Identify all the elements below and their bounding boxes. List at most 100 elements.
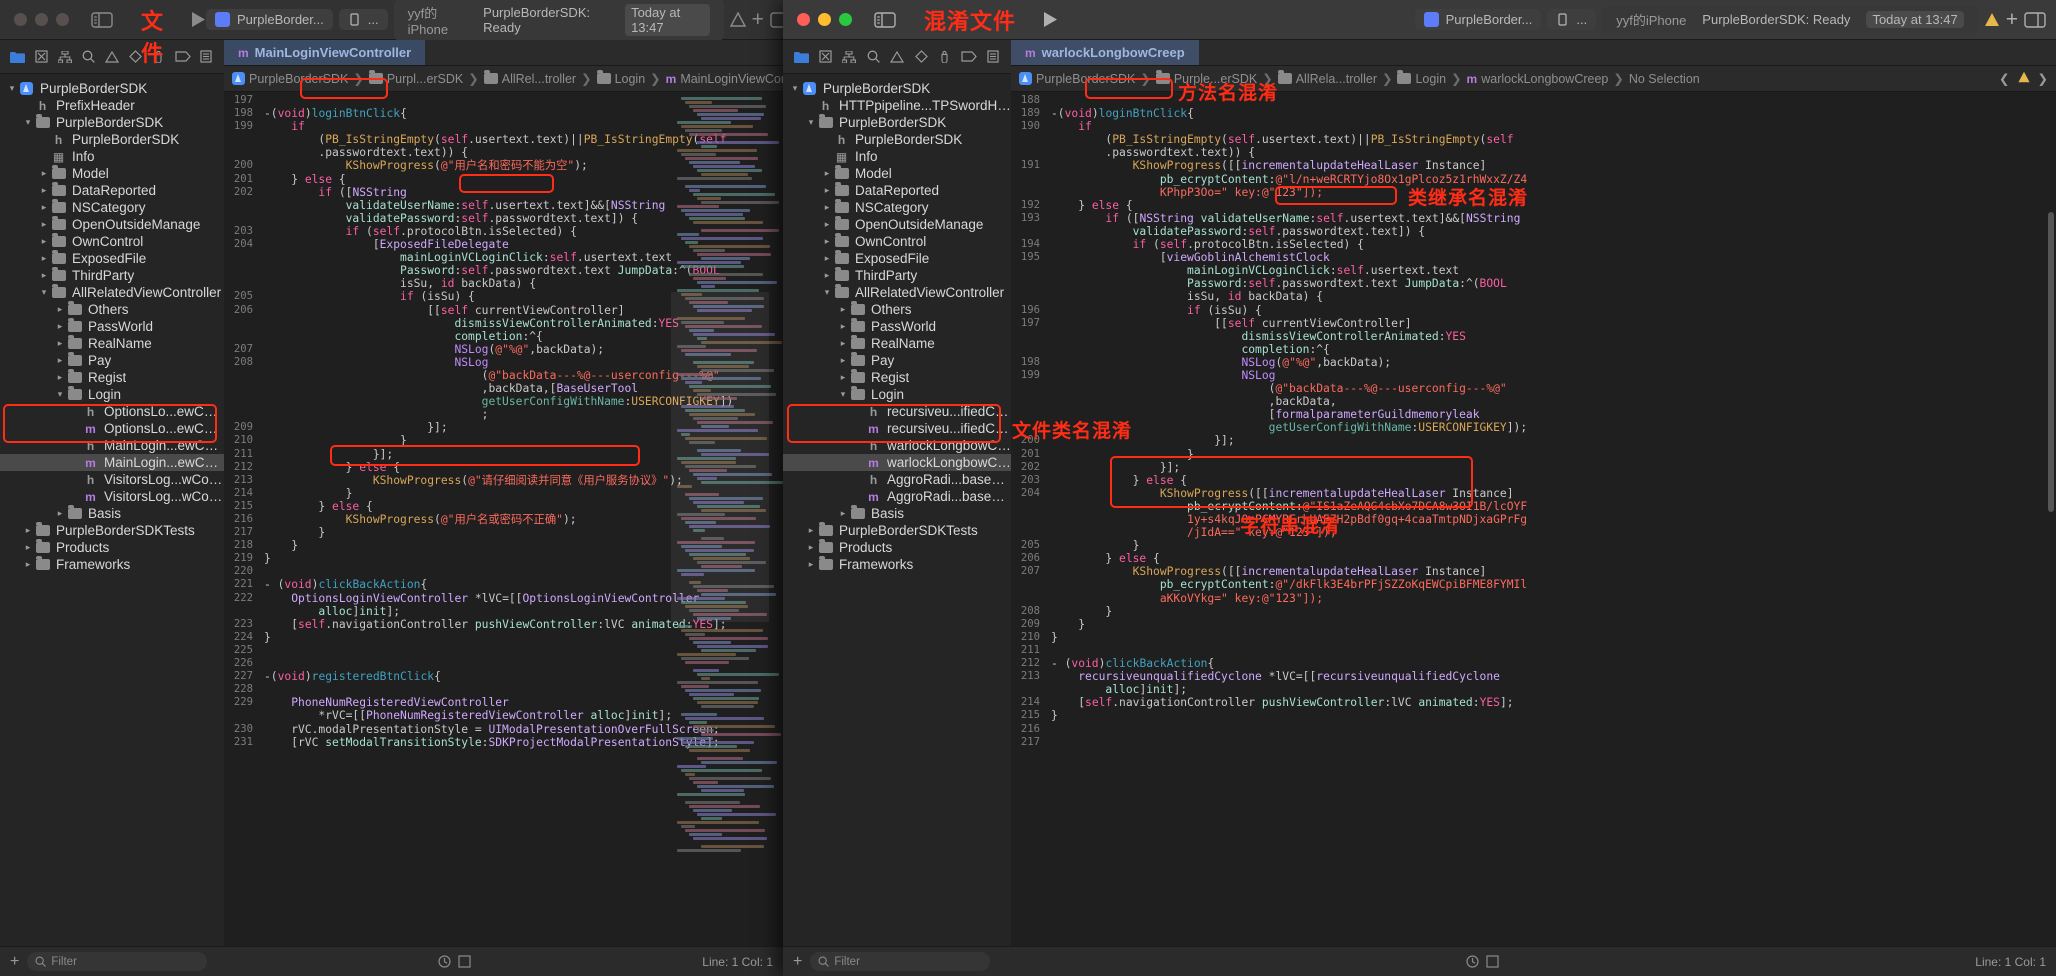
next-issue-icon[interactable]: ❯: [2038, 71, 2048, 86]
code-line[interactable]: 211: [1011, 644, 2056, 657]
disclosure-triangle-icon[interactable]: ▸: [805, 525, 817, 536]
tree-item[interactable]: h PurpleBorderSDK: [0, 131, 224, 148]
tree-item[interactable]: ▾ PurpleBorderSDK: [0, 80, 224, 97]
minimap-viewport[interactable]: [671, 292, 769, 622]
tree-item[interactable]: m MainLogin...ewController: [0, 454, 224, 471]
xcode-window-obfuscated[interactable]: 混淆文件 PurpleBorder... ... yyf的iPhone Purp…: [783, 0, 2056, 976]
code-line[interactable]: (@"backData---%@---userconfig---%@": [1011, 382, 2056, 395]
disclosure-triangle-icon[interactable]: ▸: [837, 321, 849, 332]
code-line[interactable]: 200 }];: [1011, 434, 2056, 447]
disclosure-triangle-icon[interactable]: ▾: [837, 389, 849, 400]
code-line[interactable]: 212 - (void)clickBackAction{: [1011, 657, 2056, 670]
code-line[interactable]: 189 -(void)loginBtnClick{: [1011, 107, 2056, 120]
code-line[interactable]: 204 KShowProgress([[incrementalupdateHea…: [1011, 487, 2056, 500]
disclosure-triangle-icon[interactable]: ▸: [38, 270, 50, 281]
tree-item[interactable]: h recursiveu...ifiedCyclone: [783, 403, 1011, 420]
code-line[interactable]: pb_ecryptContent:@"l/n+weRCRTYjo8Ox1gPlc…: [1011, 173, 2056, 186]
code-line[interactable]: 207 KShowProgress([[incrementalupdateHea…: [1011, 565, 2056, 578]
disclosure-triangle-icon[interactable]: ▸: [821, 253, 833, 264]
xcode-window-original[interactable]: 原文件 PurpleBorder... ... yyf的iPhone Purpl…: [0, 0, 783, 976]
breakpoint-navigator-icon[interactable]: [171, 51, 195, 62]
tree-item[interactable]: ▾ PurpleBorderSDK: [783, 80, 1011, 97]
disclosure-triangle-icon[interactable]: ▸: [805, 559, 817, 570]
code-line[interactable]: 1y+s4kqJ0cPCMYRFrhUAE7H2pBdf0gq+4caaTmtp…: [1011, 513, 2056, 526]
disclosure-triangle-icon[interactable]: ▸: [38, 185, 50, 196]
jumpbar-crumb-2[interactable]: AllRela...troller: [1277, 70, 1377, 86]
jump-bar-obfuscated[interactable]: PurpleBorderSDK ❯ Purple...erSDK ❯ AllRe…: [1011, 66, 2056, 92]
add-editor-icon[interactable]: +: [752, 8, 764, 32]
tree-item[interactable]: ▸ PassWorld: [0, 318, 224, 335]
code-line[interactable]: 216: [1011, 723, 2056, 736]
tree-item[interactable]: h VisitorsLog...wController: [0, 471, 224, 488]
filter-input-obfuscated[interactable]: Filter: [810, 952, 991, 971]
code-line[interactable]: 217: [1011, 736, 2056, 749]
disclosure-triangle-icon[interactable]: ▸: [821, 236, 833, 247]
code-line[interactable]: ,backData,: [1011, 395, 2056, 408]
code-line[interactable]: aKKoVYkg=" key:@"123"]);: [1011, 592, 2056, 605]
code-line[interactable]: 205 }: [1011, 539, 2056, 552]
tree-item[interactable]: ▸ OpenOutsideManage: [0, 216, 224, 233]
tree-item[interactable]: ▸ NSCategory: [0, 199, 224, 216]
tree-item[interactable]: h HTTPpipeline...TPSwordHoney: [783, 97, 1011, 114]
scheme-selector[interactable]: PurpleBorder...: [1414, 9, 1542, 30]
tree-item[interactable]: h PurpleBorderSDK: [783, 131, 1011, 148]
tree-item[interactable]: ▸ Pay: [0, 352, 224, 369]
source-control-icon[interactable]: [30, 50, 54, 63]
editor-tab-warlock[interactable]: m warlockLongbowCreep: [1011, 40, 1199, 65]
disclosure-triangle-icon[interactable]: ▸: [38, 202, 50, 213]
code-line[interactable]: 213 recursiveunqualifiedCyclone *lVC=[[r…: [1011, 670, 2056, 683]
tree-item[interactable]: ▸ DataReported: [783, 182, 1011, 199]
tree-item[interactable]: ▸ Products: [0, 539, 224, 556]
disclosure-triangle-icon[interactable]: ▸: [821, 185, 833, 196]
window-traffic-lights[interactable]: [0, 13, 69, 26]
disclosure-triangle-icon[interactable]: ▸: [54, 355, 66, 366]
tree-item[interactable]: ▸ ThirdParty: [783, 267, 1011, 284]
code-line[interactable]: 209 }: [1011, 618, 2056, 631]
project-navigator-icon[interactable]: [789, 51, 813, 63]
add-editor-icon[interactable]: +: [2006, 8, 2018, 32]
tree-item[interactable]: ▾ PurpleBorderSDK: [783, 114, 1011, 131]
tree-item[interactable]: ▸ Basis: [783, 505, 1011, 522]
tree-item[interactable]: ▸ Products: [783, 539, 1011, 556]
code-line[interactable]: 201 }: [1011, 448, 2056, 461]
close-button[interactable]: [797, 13, 810, 26]
minimize-button[interactable]: [818, 13, 831, 26]
code-line[interactable]: 195 [viewGoblinAlchemistClock: [1011, 251, 2056, 264]
destination-selector[interactable]: ...: [1547, 9, 1597, 30]
code-line[interactable]: 206 } else {: [1011, 552, 2056, 565]
scheme-selector[interactable]: PurpleBorder...: [206, 9, 333, 30]
tree-item[interactable]: ▾ AllRelatedViewController: [783, 284, 1011, 301]
code-line[interactable]: .passwordtext.text)) {: [1011, 146, 2056, 159]
project-tree-obfuscated[interactable]: ▾ PurpleBorderSDK h HTTPpipeline...TPSwordH…: [783, 74, 1011, 573]
symbol-navigator-icon[interactable]: [53, 50, 77, 63]
disclosure-triangle-icon[interactable]: ▸: [38, 168, 50, 179]
code-line[interactable]: mainLoginVCLoginClick:self.usertext.text: [1011, 264, 2056, 277]
disclosure-triangle-icon[interactable]: ▸: [22, 559, 34, 570]
tree-item[interactable]: ▸ Basis: [0, 505, 224, 522]
search-icon[interactable]: [861, 50, 885, 63]
tree-item[interactable]: ▸ DataReported: [0, 182, 224, 199]
tree-item[interactable]: ▸ PurpleBorderSDKTests: [0, 522, 224, 539]
window-traffic-lights[interactable]: [783, 13, 852, 26]
code-line[interactable]: 210}: [1011, 631, 2056, 644]
code-line[interactable]: 196 if (isSu) {: [1011, 304, 2056, 317]
jumpbar-crumb-3[interactable]: Login: [596, 70, 645, 86]
disclosure-triangle-icon[interactable]: ▸: [837, 372, 849, 383]
inspector-toggle-icon[interactable]: [2024, 11, 2046, 28]
tree-item[interactable]: m AggroRadi...basedArmor: [783, 488, 1011, 505]
tree-item[interactable]: m recursiveu...ifiedCyclone: [783, 420, 1011, 437]
run-button-icon[interactable]: [190, 11, 206, 28]
disclosure-triangle-icon[interactable]: ▾: [805, 117, 817, 128]
jumpbar-crumb-3[interactable]: Login: [1397, 70, 1446, 86]
test-navigator-icon[interactable]: [909, 50, 933, 63]
symbol-navigator-icon[interactable]: [837, 50, 861, 63]
report-navigator-icon[interactable]: [981, 50, 1005, 63]
disclosure-triangle-icon[interactable]: ▸: [54, 304, 66, 315]
editor-tab-strip-original[interactable]: m MainLoginViewController: [224, 40, 783, 66]
tree-item[interactable]: ▸ Model: [783, 165, 1011, 182]
minimize-button[interactable]: [35, 13, 48, 26]
tree-item[interactable]: ▸ ThirdParty: [0, 267, 224, 284]
tree-item[interactable]: h AggroRadi...basedArmor: [783, 471, 1011, 488]
disclosure-triangle-icon[interactable]: ▸: [821, 202, 833, 213]
issue-navigator-icon[interactable]: [100, 50, 124, 63]
